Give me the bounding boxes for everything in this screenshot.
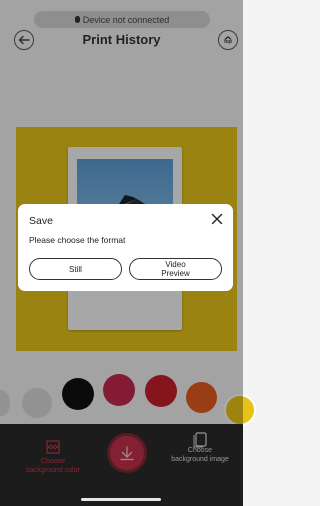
app-screen: Device not connected Print History top C… [0, 0, 256, 506]
video-button-label-line2: Preview [161, 269, 190, 278]
home-indicator[interactable] [81, 498, 161, 501]
still-button[interactable]: Still [29, 258, 122, 280]
save-dialog: Save Please choose the format Still Vide… [18, 204, 233, 291]
video-preview-button[interactable]: Video Preview [129, 258, 222, 280]
close-icon[interactable] [211, 213, 223, 225]
video-button-label-line1: Video [165, 260, 186, 269]
still-button-label: Still [69, 264, 82, 274]
dialog-message: Please choose the format [29, 235, 126, 245]
dialog-title: Save [29, 215, 53, 227]
